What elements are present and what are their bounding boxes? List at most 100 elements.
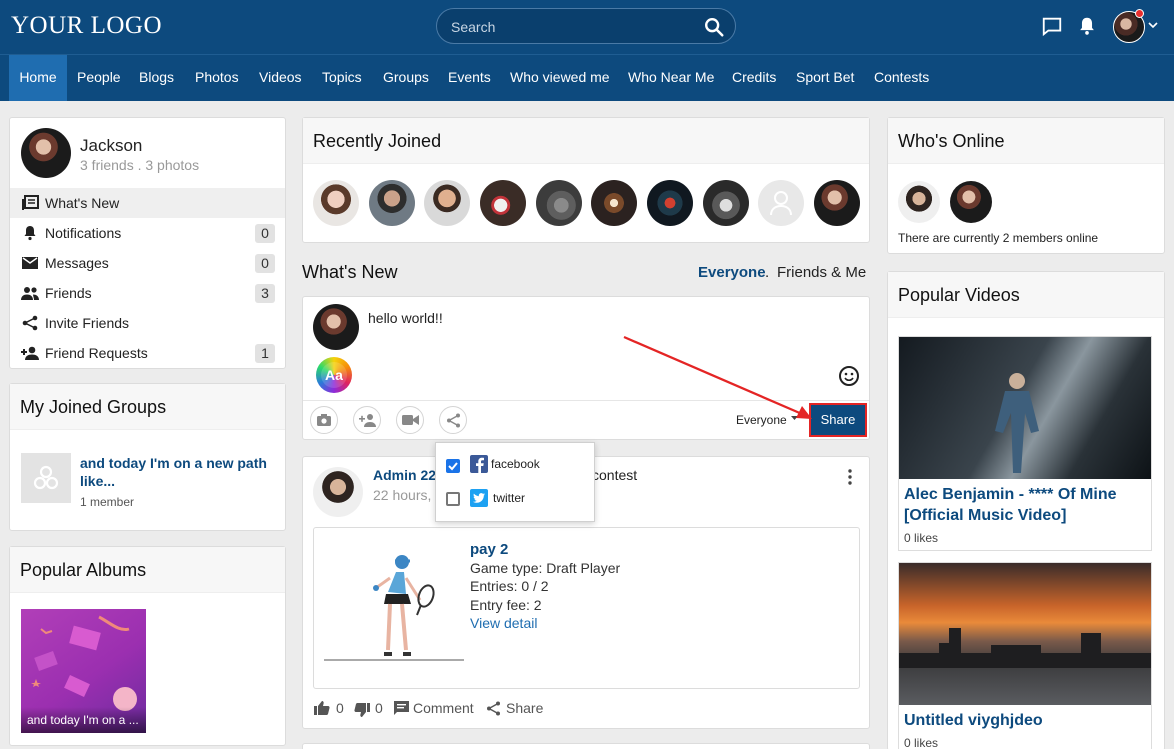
profile-avatar[interactable] (21, 128, 71, 178)
menu-whats-new[interactable]: What's New (10, 188, 285, 218)
photo-upload-button[interactable] (310, 406, 338, 434)
nav-credits[interactable]: Credits (732, 55, 776, 101)
menu-invite-friends[interactable]: Invite Friends (10, 308, 285, 338)
post-timestamp: 22 hours, S (373, 487, 445, 503)
nav-groups[interactable]: Groups (383, 55, 429, 101)
group-members: 1 member (80, 495, 135, 509)
member-avatar[interactable] (703, 180, 749, 226)
person-placeholder-icon (770, 191, 792, 216)
post-share-button[interactable]: Share (506, 700, 543, 716)
site-logo[interactable]: YOUR LOGO (11, 12, 162, 40)
nav-contests[interactable]: Contests (874, 55, 929, 101)
profile-name[interactable]: Jackson (80, 136, 142, 156)
nav-people[interactable]: People (77, 55, 121, 101)
video-card[interactable]: Untitled viyghjdeo 0 likes (898, 562, 1152, 749)
main-nav: Home People Blogs Photos Videos Topics G… (0, 54, 1174, 101)
news-icon (22, 195, 39, 210)
nav-home[interactable]: Home (9, 55, 67, 101)
popular-albums-panel: Popular Albums and today I'm on a ... (9, 546, 286, 746)
video-card[interactable]: Alec Benjamin - **** Of Mine [Official M… (898, 336, 1152, 551)
twitter-icon (470, 489, 488, 507)
joined-groups-panel: My Joined Groups and today I'm on a new … (9, 383, 286, 531)
twitter-bird-glyph (473, 493, 485, 503)
member-avatar[interactable] (480, 180, 526, 226)
count-badge: 0 (255, 224, 275, 243)
menu-label: Invite Friends (45, 315, 130, 331)
member-avatar[interactable] (591, 180, 637, 226)
view-detail-link[interactable]: View detail (470, 615, 537, 631)
composer-text[interactable]: hello world!! (368, 310, 443, 326)
mail-icon (22, 257, 38, 269)
thumbs-up-icon[interactable] (314, 700, 330, 716)
text-style-button[interactable]: Aa (316, 357, 352, 393)
facebook-f-glyph (476, 457, 484, 473)
tag-friends-button[interactable] (353, 406, 381, 434)
online-member-avatar[interactable] (950, 181, 992, 223)
post-action-text: contest (592, 467, 638, 483)
contest-entry-fee: Entry fee: 2 (470, 597, 542, 613)
videos-title: Popular Videos (888, 272, 1164, 318)
menu-notifications[interactable]: Notifications 0 (10, 218, 285, 248)
nav-events[interactable]: Events (448, 55, 491, 101)
share-dropdown: facebook twitter (435, 442, 595, 522)
nav-who-near-me[interactable]: Who Near Me (628, 55, 714, 101)
contest-game-type: Game type: Draft Player (470, 560, 621, 576)
menu-label: Friends (45, 285, 92, 301)
video-thumbnail[interactable] (899, 337, 1151, 479)
thumbs-down-icon[interactable] (354, 702, 370, 718)
search-input[interactable] (451, 18, 691, 36)
member-avatar[interactable] (814, 180, 860, 226)
menu-friend-requests[interactable]: Friend Requests 1 (10, 338, 285, 368)
nav-blogs[interactable]: Blogs (139, 55, 174, 101)
nav-photos[interactable]: Photos (195, 55, 239, 101)
comment-button[interactable]: Comment (413, 700, 474, 716)
video-title-link[interactable]: Alec Benjamin - **** Of Mine [Official M… (904, 484, 1144, 526)
share-options-button[interactable] (439, 406, 467, 434)
post-author-avatar[interactable] (313, 467, 363, 517)
messages-icon[interactable] (1041, 15, 1063, 37)
nav-who-viewed-me[interactable]: Who viewed me (510, 55, 610, 101)
video-upload-button[interactable] (396, 406, 424, 434)
nav-videos[interactable]: Videos (259, 55, 302, 101)
online-member-avatar[interactable] (898, 181, 940, 223)
facebook-option[interactable]: facebook (491, 457, 540, 471)
groups-title: My Joined Groups (10, 384, 285, 430)
group-thumbnail[interactable] (21, 453, 71, 503)
emoji-icon[interactable] (838, 365, 860, 387)
skyline-silhouette (899, 628, 1151, 668)
chevron-down-icon[interactable] (1148, 20, 1158, 30)
menu-label: What's New (45, 195, 120, 211)
default-avatar[interactable] (758, 180, 804, 226)
menu-messages[interactable]: Messages 0 (10, 248, 285, 278)
member-avatar[interactable] (313, 180, 359, 226)
whos-online-panel: Who's Online There are currently 2 membe… (887, 117, 1165, 254)
member-avatar[interactable] (424, 180, 470, 226)
more-options-icon[interactable] (847, 469, 853, 485)
profile-panel: Jackson 3 friends . 3 photos What's New … (9, 117, 286, 369)
menu-label: Messages (45, 255, 109, 271)
menu-friends[interactable]: Friends 3 (10, 278, 285, 308)
member-avatar[interactable] (647, 180, 693, 226)
contest-card[interactable]: pay 2 Game type: Draft Player Entries: 0… (313, 527, 860, 689)
filter-everyone[interactable]: Everyone (698, 264, 766, 281)
twitter-option[interactable]: twitter (493, 491, 525, 505)
bell-icon[interactable] (1076, 15, 1098, 37)
search-icon[interactable] (703, 16, 725, 38)
whats-new-title: What's New (302, 262, 398, 282)
nav-sport-bet[interactable]: Sport Bet (796, 55, 854, 101)
nav-topics[interactable]: Topics (322, 55, 362, 101)
twitter-checkbox[interactable] (446, 492, 460, 506)
comment-icon[interactable] (394, 701, 409, 715)
member-avatar[interactable] (536, 180, 582, 226)
video-thumbnail[interactable] (899, 563, 1151, 705)
share-icon[interactable] (486, 701, 501, 716)
filter-friends-me[interactable]: Friends & Me (777, 264, 866, 281)
member-avatar[interactable] (369, 180, 415, 226)
facebook-checkbox[interactable] (446, 459, 460, 473)
video-title-link[interactable]: Untitled viyghjdeo (904, 712, 1144, 730)
group-title-link[interactable]: and today I'm on a new path like... (80, 454, 270, 490)
contest-title[interactable]: pay 2 (470, 541, 508, 558)
next-feed-post (302, 743, 870, 749)
post-author-name[interactable]: Admin 220 (373, 467, 444, 483)
album-thumbnail[interactable]: and today I'm on a ... (21, 609, 146, 733)
